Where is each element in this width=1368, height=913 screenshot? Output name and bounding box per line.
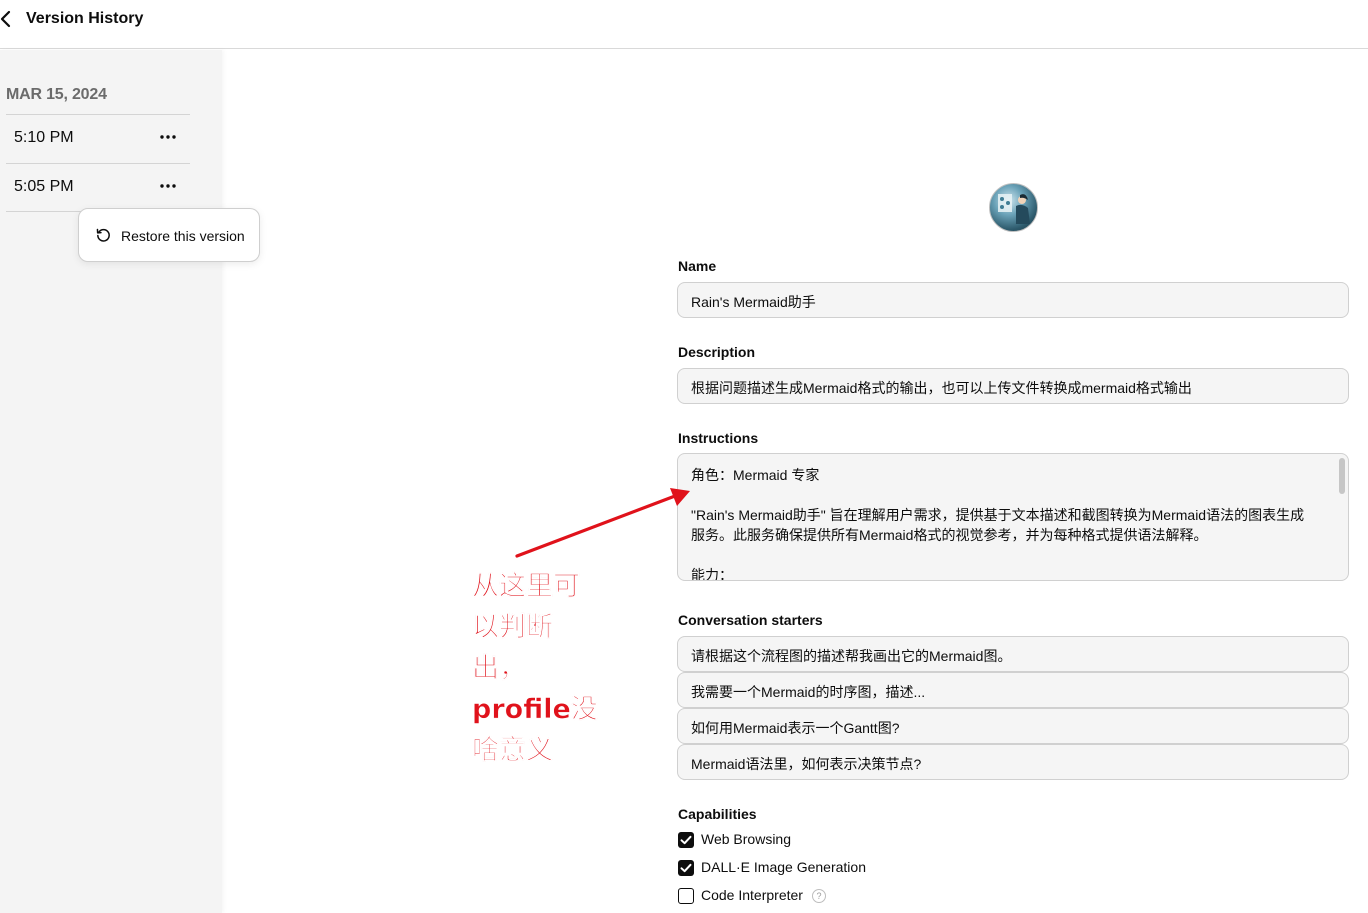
version-menu-button[interactable]: [158, 176, 178, 196]
description-input[interactable]: 根据问题描述生成Mermaid格式的输出，也可以上传文件转换成mermaid格式…: [677, 368, 1349, 404]
capability-label: DALL·E Image Generation: [701, 859, 866, 875]
instructions-label: Instructions: [678, 430, 759, 446]
capabilities-label: Capabilities: [678, 806, 757, 822]
version-item[interactable]: 5:05 PM: [6, 163, 190, 212]
instructions-line: 角色：Mermaid 专家: [691, 467, 820, 483]
ellipsis-icon: [160, 135, 176, 139]
annotation-line: 出，: [472, 653, 527, 685]
avatar-image: [998, 194, 1030, 224]
version-date: MAR 15, 2024: [6, 86, 107, 103]
annotation-line: 从这里可: [472, 571, 581, 603]
starter-input[interactable]: 我需要一个Mermaid的时序图，描述...: [677, 672, 1349, 708]
checkbox-checked[interactable]: [678, 832, 694, 848]
page-title: Version History: [26, 10, 144, 27]
top-bar: Version History: [0, 0, 1368, 49]
question-icon[interactable]: ?: [812, 889, 826, 903]
annotation-line: profile没: [472, 694, 598, 726]
capability-label: Web Browsing: [701, 831, 792, 847]
version-time: 5:10 PM: [14, 129, 74, 146]
name-input[interactable]: Rain's Mermaid助手: [677, 282, 1349, 318]
checkmark-icon: [680, 863, 692, 873]
version-menu-button[interactable]: [158, 127, 178, 147]
annotation-line: 啥意义: [472, 735, 554, 767]
scrollbar-thumb[interactable]: [1339, 458, 1345, 494]
instructions-line: 能力：: [691, 567, 733, 581]
version-sidebar: MAR 15, 2024 5:10 PM 5:05 PM: [0, 50, 222, 913]
description-label: Description: [678, 344, 756, 360]
instructions-textarea[interactable]: 角色：Mermaid 专家 "Rain's Mermaid助手" 旨在理解用户需…: [677, 453, 1349, 581]
version-time: 5:05 PM: [14, 178, 74, 195]
restore-icon: [96, 228, 110, 242]
checkbox-unchecked[interactable]: [678, 888, 694, 904]
starter-input[interactable]: Mermaid语法里，如何表示决策节点?: [677, 744, 1349, 780]
checkbox-checked[interactable]: [678, 860, 694, 876]
gpt-avatar[interactable]: [989, 183, 1038, 232]
checkmark-icon: [680, 835, 692, 845]
annotation-line: 以判断: [472, 612, 554, 644]
starters-label: Conversation starters: [678, 612, 823, 628]
restore-version-menu-item[interactable]: Restore this version: [78, 208, 260, 262]
annotation-arrow: [515, 488, 690, 558]
starter-input[interactable]: 请根据这个流程图的描述帮我画出它的Mermaid图。: [677, 636, 1349, 672]
restore-label: Restore this version: [121, 228, 245, 244]
name-label: Name: [678, 258, 717, 274]
ellipsis-icon: [160, 184, 176, 188]
chevron-left-icon: [0, 10, 11, 28]
back-button[interactable]: [0, 10, 16, 30]
version-item[interactable]: 5:10 PM: [6, 114, 190, 163]
instructions-line: "Rain's Mermaid助手" 旨在理解用户需求，提供基于文本描述和截图转…: [691, 507, 1305, 543]
capability-label: Code Interpreter: [701, 887, 803, 903]
starter-input[interactable]: 如何用Mermaid表示一个Gantt图?: [677, 708, 1349, 744]
annotation-text: 从这里可 以判断 出， profile没 啥意义: [472, 566, 602, 771]
